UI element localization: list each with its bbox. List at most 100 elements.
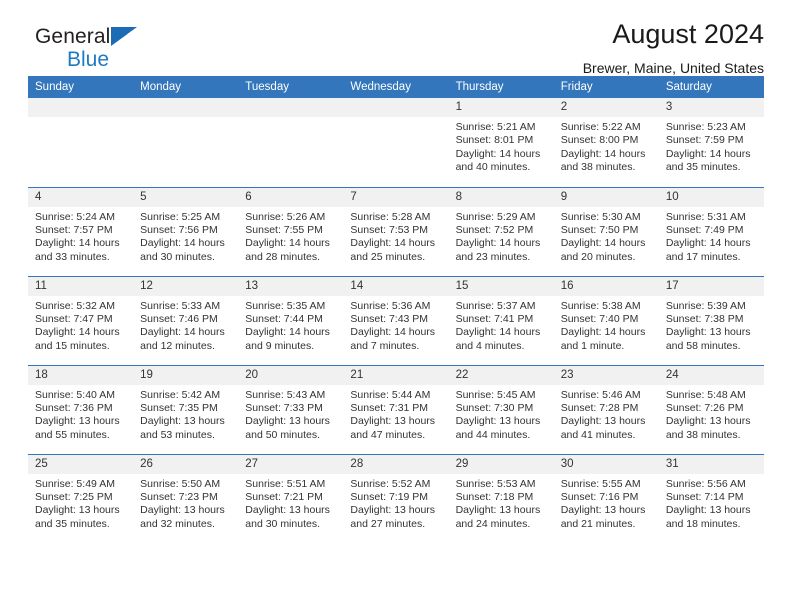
daylight-duration-line2: and 41 minutes. <box>560 428 636 441</box>
calendar-day-cell[interactable]: 10 Sunrise: 5:31 AM Sunset: 7:49 PM Dayligh… <box>658 186 764 276</box>
calendar-week-row: 25 Sunrise: 5:49 AM Sunset: 7:25 PM Dayligh… <box>28 453 764 543</box>
calendar-day-cell[interactable]: 6 Sunrise: 5:26 AM Sunset: 7:55 PM Daylight… <box>238 186 344 276</box>
day-details: Sunrise: 5:45 AM Sunset: 7:30 PM Daylight:… <box>449 385 554 443</box>
sunrise-time: Sunrise: 5:48 AM <box>665 388 746 401</box>
daylight-duration-line2: and 50 minutes. <box>245 428 320 441</box>
page-header: General Blue August 2024 Brewer, Maine, … <box>28 0 764 76</box>
day-details: Sunrise: 5:35 AM Sunset: 7:44 PM Daylight:… <box>238 296 343 354</box>
day-details: Sunrise: 5:51 AM Sunset: 7:21 PM Daylight:… <box>238 474 343 532</box>
calendar-day-cell[interactable]: 19 Sunrise: 5:42 AM Sunset: 7:35 PM Dayligh… <box>133 364 239 454</box>
calendar-day-cell[interactable]: 20 Sunrise: 5:43 AM Sunset: 7:33 PM Dayligh… <box>238 364 344 454</box>
daylight-duration-line1: Daylight: 13 hours <box>35 415 120 428</box>
calendar-day-cell[interactable]: 23 Sunrise: 5:46 AM Sunset: 7:28 PM Dayligh… <box>553 364 659 454</box>
calendar-day-cell[interactable] <box>28 98 134 187</box>
calendar-day-cell[interactable]: 21 Sunrise: 5:44 AM Sunset: 7:31 PM Dayligh… <box>343 364 449 454</box>
day-details: Sunrise: 5:31 AM Sunset: 7:49 PM Daylight:… <box>659 207 764 265</box>
day-number: 27 <box>238 454 344 474</box>
calendar-day-cell[interactable] <box>238 98 344 187</box>
daylight-duration-line1: Daylight: 14 hours <box>350 237 436 250</box>
calendar-day-cell[interactable]: 16 Sunrise: 5:38 AM Sunset: 7:40 PM Dayligh… <box>553 275 659 365</box>
day-number: 9 <box>553 187 659 207</box>
sunset-time: Sunset: 7:47 PM <box>35 312 113 325</box>
calendar-day-cell[interactable]: 8 Sunrise: 5:29 AM Sunset: 7:52 PM Daylight… <box>448 186 554 276</box>
calendar-day-cell[interactable]: 30 Sunrise: 5:55 AM Sunset: 7:16 PM Dayligh… <box>553 453 659 543</box>
day-details: Sunrise: 5:53 AM Sunset: 7:18 PM Daylight:… <box>449 474 554 532</box>
daylight-duration-line1: Daylight: 13 hours <box>140 504 225 517</box>
calendar-day-cell[interactable]: 7 Sunrise: 5:28 AM Sunset: 7:53 PM Daylight… <box>343 186 449 276</box>
sunset-time: Sunset: 7:36 PM <box>35 401 113 414</box>
day-number: 21 <box>343 365 449 385</box>
daylight-duration-line1: Daylight: 13 hours <box>560 504 646 517</box>
calendar-day-cell[interactable]: 28 Sunrise: 5:52 AM Sunset: 7:19 PM Dayligh… <box>343 453 449 543</box>
daylight-duration-line2: and 55 minutes. <box>35 428 110 441</box>
sunrise-time: Sunrise: 5:50 AM <box>140 477 221 490</box>
calendar-day-cell[interactable] <box>133 98 239 187</box>
sunset-time: Sunset: 7:43 PM <box>350 312 429 325</box>
day-details: Sunrise: 5:33 AM Sunset: 7:46 PM Daylight:… <box>133 296 238 354</box>
calendar-day-cell[interactable]: 3 Sunrise: 5:23 AM Sunset: 7:59 PM Daylight… <box>658 98 764 187</box>
daylight-duration-line2: and 33 minutes. <box>35 250 110 263</box>
daylight-duration-line1: Daylight: 14 hours <box>560 326 646 339</box>
calendar-day-cell[interactable]: 18 Sunrise: 5:40 AM Sunset: 7:36 PM Dayligh… <box>28 364 134 454</box>
daylight-duration-line1: Daylight: 14 hours <box>140 237 225 250</box>
sunset-time: Sunset: 7:57 PM <box>35 223 113 236</box>
sunset-time: Sunset: 7:53 PM <box>350 223 429 236</box>
calendar-day-cell[interactable]: 1 Sunrise: 5:21 AM Sunset: 8:01 PM Daylight… <box>448 98 554 187</box>
calendar-day-cell[interactable]: 26 Sunrise: 5:50 AM Sunset: 7:23 PM Dayligh… <box>133 453 239 543</box>
sunset-time: Sunset: 7:59 PM <box>665 134 744 147</box>
day-details: Sunrise: 5:32 AM Sunset: 7:47 PM Daylight:… <box>28 296 133 354</box>
calendar-day-cell[interactable]: 29 Sunrise: 5:53 AM Sunset: 7:18 PM Dayligh… <box>448 453 554 543</box>
calendar-day-cell[interactable]: 27 Sunrise: 5:51 AM Sunset: 7:21 PM Dayligh… <box>238 453 344 543</box>
daylight-duration-line1: Daylight: 13 hours <box>560 415 646 428</box>
calendar-week-row: 18 Sunrise: 5:40 AM Sunset: 7:36 PM Dayligh… <box>28 364 764 454</box>
calendar-body: 1 Sunrise: 5:21 AM Sunset: 8:01 PM Daylight… <box>28 98 764 543</box>
calendar-day-cell[interactable]: 11 Sunrise: 5:32 AM Sunset: 7:47 PM Dayligh… <box>28 275 134 365</box>
day-details: Sunrise: 5:46 AM Sunset: 7:28 PM Daylight:… <box>554 385 659 443</box>
calendar-day-cell[interactable]: 2 Sunrise: 5:22 AM Sunset: 8:00 PM Daylight… <box>553 98 659 187</box>
day-number: 30 <box>553 454 659 474</box>
day-number: 4 <box>28 187 134 207</box>
calendar-day-cell[interactable] <box>343 98 449 187</box>
day-details: Sunrise: 5:24 AM Sunset: 7:57 PM Daylight:… <box>28 207 133 265</box>
sunset-time: Sunset: 7:55 PM <box>245 223 323 236</box>
logo-text-blue: Blue <box>67 48 110 71</box>
sunset-time: Sunset: 7:40 PM <box>560 312 639 325</box>
sunrise-time: Sunrise: 5:36 AM <box>350 299 431 312</box>
daylight-duration-line2: and 27 minutes. <box>350 517 426 530</box>
sunset-time: Sunset: 7:14 PM <box>665 490 744 503</box>
day-number: 31 <box>658 454 764 474</box>
daylight-duration-line1: Daylight: 13 hours <box>665 326 751 339</box>
calendar-day-cell[interactable]: 22 Sunrise: 5:45 AM Sunset: 7:30 PM Dayligh… <box>448 364 554 454</box>
calendar-day-cell[interactable]: 14 Sunrise: 5:36 AM Sunset: 7:43 PM Dayligh… <box>343 275 449 365</box>
calendar-day-cell[interactable]: 13 Sunrise: 5:35 AM Sunset: 7:44 PM Dayligh… <box>238 275 344 365</box>
day-number: 14 <box>343 276 449 296</box>
daylight-duration-line1: Daylight: 14 hours <box>35 237 120 250</box>
calendar-week-row: 11 Sunrise: 5:32 AM Sunset: 7:47 PM Dayligh… <box>28 275 764 365</box>
daylight-duration-line1: Daylight: 13 hours <box>665 504 751 517</box>
day-details: Sunrise: 5:26 AM Sunset: 7:55 PM Daylight:… <box>238 207 343 265</box>
calendar-header-row: Sunday Monday Tuesday Wednesday Thursday… <box>28 76 764 98</box>
day-number: 17 <box>658 276 764 296</box>
calendar-day-cell[interactable]: 17 Sunrise: 5:39 AM Sunset: 7:38 PM Dayligh… <box>658 275 764 365</box>
calendar-day-cell[interactable]: 31 Sunrise: 5:56 AM Sunset: 7:14 PM Dayligh… <box>658 453 764 543</box>
calendar-day-cell[interactable]: 4 Sunrise: 5:24 AM Sunset: 7:57 PM Daylight… <box>28 186 134 276</box>
calendar-day-cell[interactable]: 15 Sunrise: 5:37 AM Sunset: 7:41 PM Dayligh… <box>448 275 554 365</box>
day-details: Sunrise: 5:56 AM Sunset: 7:14 PM Daylight:… <box>659 474 764 532</box>
sunrise-sunset-calendar: Sunday Monday Tuesday Wednesday Thursday… <box>28 76 764 543</box>
daylight-duration-line1: Daylight: 14 hours <box>350 326 436 339</box>
daylight-duration-line2: and 30 minutes. <box>140 250 215 263</box>
daylight-duration-line2: and 15 minutes. <box>35 339 110 352</box>
triangle-flag-icon <box>111 27 137 46</box>
daylight-duration-line2: and 7 minutes. <box>350 339 420 352</box>
calendar-day-cell[interactable]: 5 Sunrise: 5:25 AM Sunset: 7:56 PM Daylight… <box>133 186 239 276</box>
sunset-time: Sunset: 7:38 PM <box>665 312 744 325</box>
daylight-duration-line2: and 44 minutes. <box>455 428 531 441</box>
calendar-day-cell[interactable]: 24 Sunrise: 5:48 AM Sunset: 7:26 PM Dayligh… <box>658 364 764 454</box>
sunrise-time: Sunrise: 5:51 AM <box>245 477 326 490</box>
sunrise-time: Sunrise: 5:46 AM <box>560 388 641 401</box>
day-number <box>133 98 239 117</box>
calendar-day-cell[interactable]: 25 Sunrise: 5:49 AM Sunset: 7:25 PM Dayligh… <box>28 453 134 543</box>
calendar-day-cell[interactable]: 12 Sunrise: 5:33 AM Sunset: 7:46 PM Dayligh… <box>133 275 239 365</box>
general-blue-logo[interactable]: General Blue <box>35 24 215 76</box>
calendar-day-cell[interactable]: 9 Sunrise: 5:30 AM Sunset: 7:50 PM Daylight… <box>553 186 659 276</box>
